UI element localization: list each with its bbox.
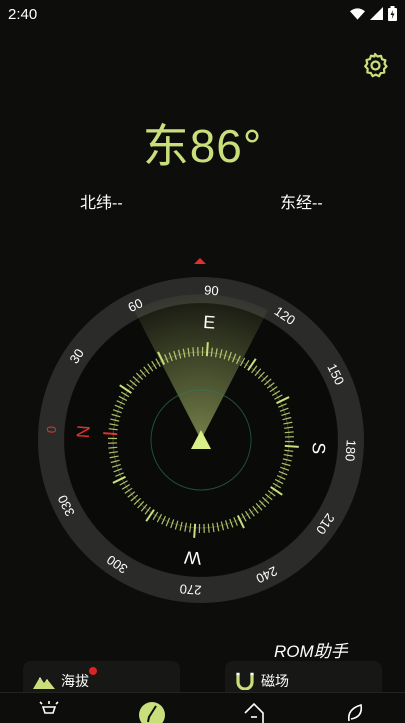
tick-mark (285, 446, 299, 447)
latitude-readout: 北纬-- (80, 189, 123, 213)
degree-label: 90 (204, 282, 219, 298)
settings-button[interactable] (358, 48, 392, 82)
notification-badge (89, 667, 97, 675)
status-bar: 2:40 (0, 0, 405, 30)
bottom-nav (0, 692, 405, 721)
cardinal-n: N (73, 425, 94, 439)
signal-icon (370, 7, 383, 20)
tick-mark (194, 524, 195, 538)
battery-icon (388, 6, 397, 21)
status-time: 2:40 (8, 6, 37, 23)
watermark: ROM助手 (274, 637, 348, 662)
degree-label: 180 (342, 439, 358, 462)
tick-mark (103, 433, 117, 434)
altitude-label: 海拔 (61, 671, 89, 691)
longitude-readout: 东经-- (280, 189, 323, 213)
heading-readout: 东86° (0, 110, 405, 176)
status-icons (350, 6, 397, 21)
tick-mark (207, 342, 208, 356)
degree-label: 270 (179, 581, 202, 597)
magnetic-label: 磁场 (261, 671, 289, 691)
cardinal-e: E (203, 312, 216, 333)
cardinal-w: W (184, 547, 202, 568)
compass-dial[interactable]: 0306090120150180210240270300330 NESW (0, 250, 405, 630)
north-marker-icon (194, 258, 206, 264)
magnet-icon (235, 672, 255, 690)
degree-label: 0 (44, 425, 59, 433)
gear-icon (362, 52, 388, 78)
mountain-icon (33, 673, 55, 689)
wifi-icon (350, 8, 365, 20)
cardinal-s: S (308, 442, 329, 455)
